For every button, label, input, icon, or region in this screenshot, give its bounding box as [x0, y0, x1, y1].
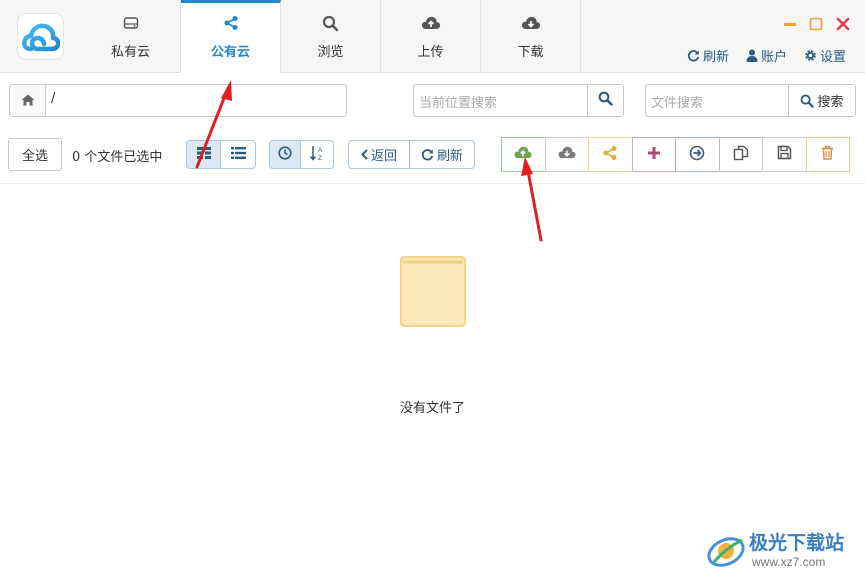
refresh-icon [421, 148, 434, 161]
tab-label: 私有云 [110, 45, 150, 60]
close-button[interactable] [836, 16, 850, 31]
header-settings-label: 设置 [820, 50, 847, 65]
home-icon [21, 91, 35, 110]
location-search-input[interactable]: 当前位置搜索 [413, 84, 588, 117]
grid-icon [196, 146, 211, 163]
sort-by-time-button[interactable] [269, 140, 301, 169]
header-account-link[interactable]: 账户 [746, 46, 787, 65]
save-icon [777, 145, 792, 164]
save-button[interactable] [762, 137, 807, 172]
tab-private-cloud[interactable]: 私有云 [81, 0, 181, 73]
move-button[interactable] [675, 137, 720, 172]
watermark-logo [707, 537, 745, 567]
app-logo [17, 13, 64, 60]
top-navigation-bar: 私有云 公有云 浏览 上传 下载 刷新 账户 设置 [0, 0, 865, 74]
cloud-download-icon [481, 13, 580, 33]
arrow-circle-right-icon [689, 145, 705, 165]
delete-button[interactable] [805, 137, 850, 172]
watermark: 极光下载站 www.xz7.com [704, 526, 862, 576]
view-mode-group [186, 140, 256, 169]
tab-label: 下载 [517, 45, 544, 60]
tab-public-cloud[interactable]: 公有云 [181, 0, 281, 74]
search-icon [800, 94, 815, 108]
share-icon [602, 145, 618, 165]
back-label: 返回 [370, 149, 397, 164]
share-button[interactable] [588, 137, 633, 172]
location-search-button[interactable] [587, 84, 624, 117]
search-icon [281, 13, 380, 33]
tab-browse[interactable]: 浏览 [281, 0, 381, 73]
empty-message: 没有文件了 [399, 401, 465, 416]
minimize-button[interactable] [783, 16, 797, 30]
trash-icon [821, 145, 834, 164]
clock-icon [278, 145, 292, 164]
empty-folder-icon [399, 254, 467, 332]
watermark-title: 极光下载站 [749, 532, 845, 554]
svg-text:Z: Z [318, 155, 322, 161]
refresh-button[interactable]: 刷新 [410, 140, 475, 169]
chevron-left-icon [361, 149, 368, 160]
svg-text:A: A [318, 147, 323, 154]
selected-count-text: 0 个文件已选中 [72, 150, 163, 165]
tab-download[interactable]: 下载 [481, 0, 581, 73]
gear-icon [804, 49, 817, 62]
watermark-url: www.xz7.com [752, 555, 826, 569]
header-refresh-label: 刷新 [703, 50, 730, 65]
copy-icon [733, 145, 749, 165]
sort-mode-group: AZ [269, 140, 334, 169]
tab-label: 公有云 [210, 45, 250, 60]
file-search-button-label: 搜索 [817, 95, 844, 110]
hard-drive-icon [81, 13, 180, 33]
refresh-label: 刷新 [436, 149, 463, 164]
tab-label: 上传 [417, 45, 444, 60]
file-search-button[interactable]: 搜索 [788, 84, 856, 117]
list-view-button[interactable] [221, 140, 256, 169]
user-icon [746, 49, 758, 62]
list-icon [230, 146, 246, 163]
cloud-download-icon [557, 145, 577, 164]
select-all-button[interactable]: 全选 [8, 138, 62, 171]
sort-by-name-button[interactable]: AZ [301, 140, 334, 169]
cloud-upload-icon [513, 145, 533, 164]
header-account-label: 账户 [761, 50, 788, 65]
share-icon [181, 13, 280, 33]
file-search-input[interactable]: 文件搜索 [645, 84, 789, 117]
tab-label: 浏览 [317, 45, 344, 60]
back-button[interactable]: 返回 [348, 140, 410, 169]
sort-alpha-icon: AZ [309, 145, 325, 165]
home-button[interactable] [9, 84, 46, 117]
plus-icon [647, 145, 661, 164]
upload-button[interactable] [501, 137, 546, 172]
header-refresh-link[interactable]: 刷新 [687, 46, 729, 65]
refresh-icon [687, 49, 700, 62]
new-button[interactable] [631, 137, 676, 172]
copy-button[interactable] [718, 137, 763, 172]
file-action-bar [501, 137, 850, 172]
grid-view-button[interactable] [186, 140, 221, 169]
search-icon [598, 91, 613, 110]
content-divider [0, 183, 865, 184]
cloud-upload-icon [381, 13, 480, 33]
download-button[interactable] [544, 137, 589, 172]
app-window: 私有云 公有云 浏览 上传 下载 刷新 账户 设置 / 当前位置搜索 文件搜索 … [0, 0, 865, 580]
header-settings-link[interactable]: 设置 [804, 46, 846, 65]
navigation-group: 返回 刷新 [348, 140, 475, 169]
maximize-button[interactable] [809, 16, 823, 31]
tab-upload[interactable]: 上传 [381, 0, 481, 73]
path-input[interactable]: / [45, 84, 347, 117]
